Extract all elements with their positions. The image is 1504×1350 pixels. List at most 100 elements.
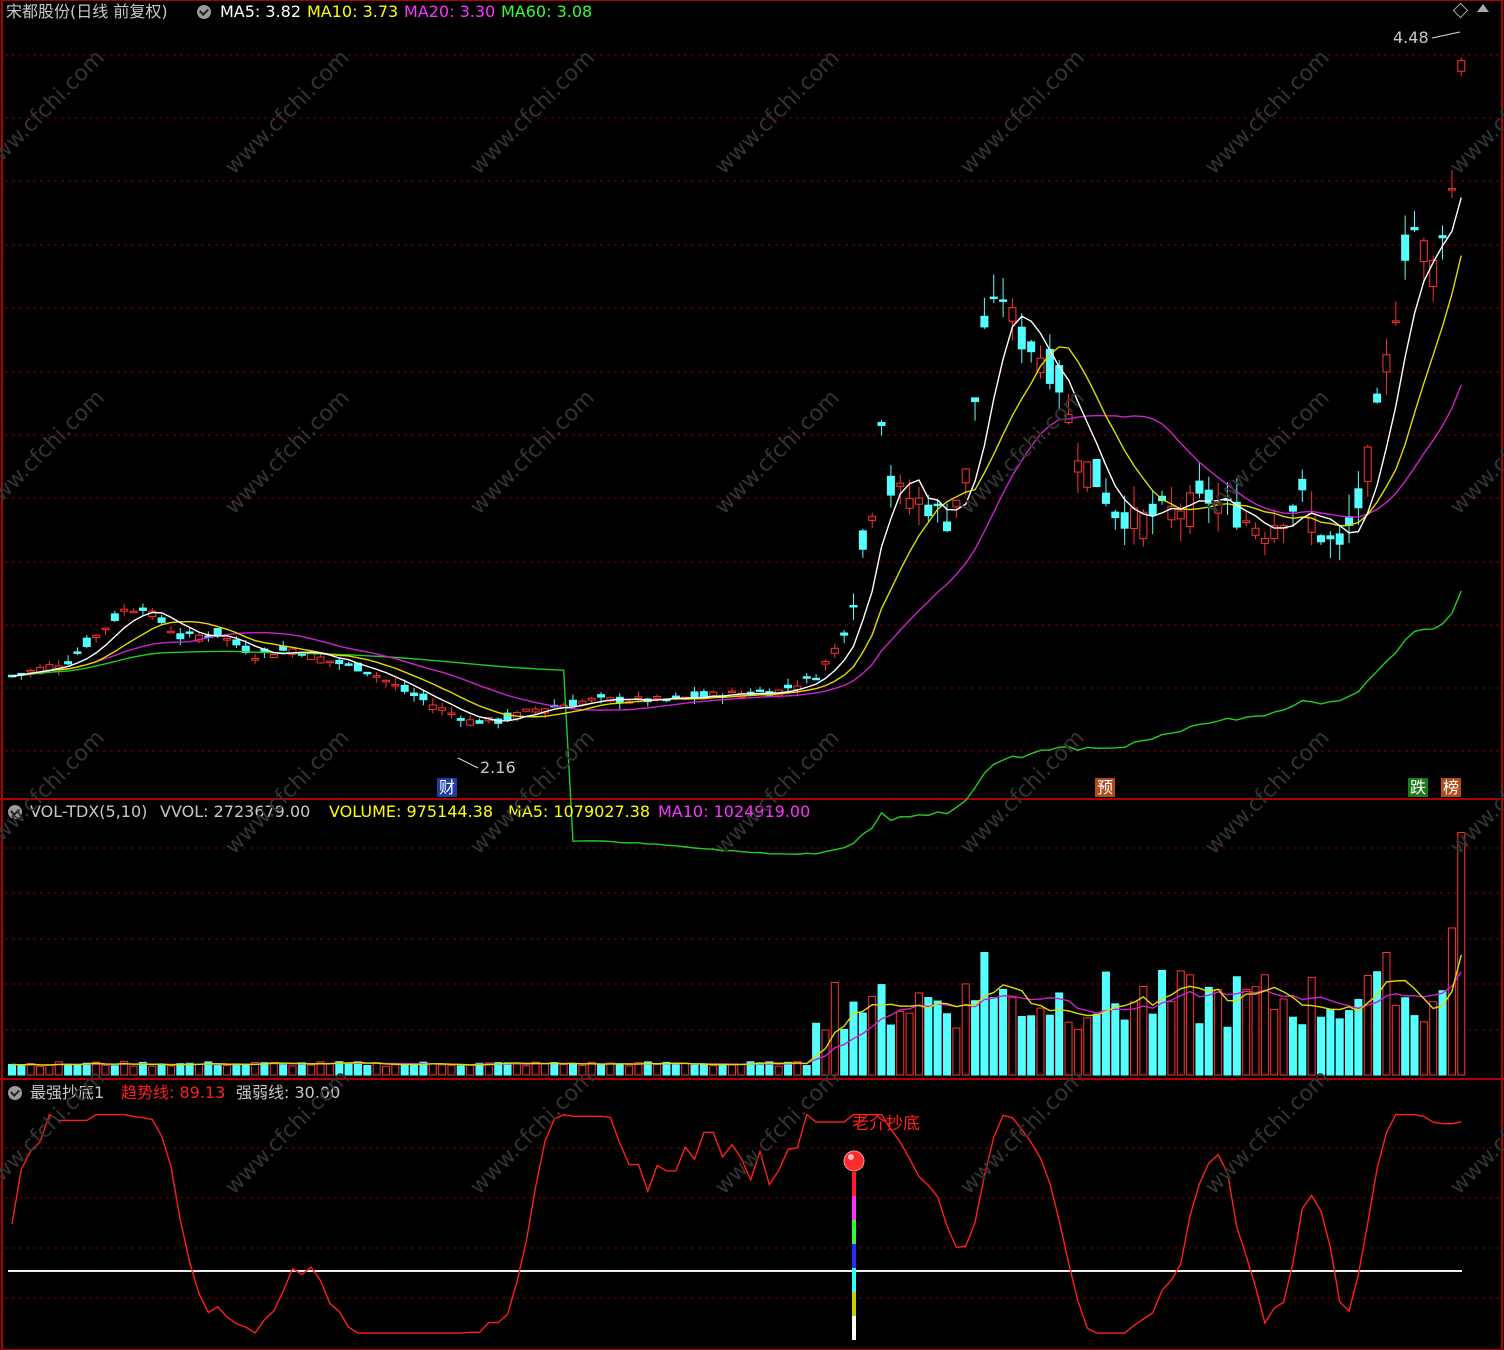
volume-bar <box>1457 831 1466 1076</box>
candle-body <box>1111 511 1120 519</box>
candle-body <box>587 697 596 701</box>
candle-body <box>269 653 278 659</box>
marker-list[interactable]: 榜 <box>1441 778 1462 797</box>
volume-bar <box>101 1064 110 1076</box>
volume-bar <box>1429 1001 1438 1076</box>
volume-bar <box>241 1063 250 1076</box>
candle-body <box>858 530 867 550</box>
candle-body <box>578 700 587 705</box>
candle-body <box>251 658 260 661</box>
volume-bar <box>1214 989 1223 1076</box>
volume-bar <box>1345 1010 1354 1076</box>
low-price-label: 2.16 <box>480 758 516 777</box>
candle-body <box>877 421 886 426</box>
marker-finance[interactable]: 财 <box>437 778 458 797</box>
candle-body <box>699 691 708 697</box>
candle-body <box>363 671 372 675</box>
candle-body <box>597 694 606 698</box>
volume-bar <box>540 1063 549 1076</box>
settings-icon[interactable] <box>197 5 211 19</box>
marker-forecast[interactable]: 预 <box>1095 778 1116 797</box>
volume-bar <box>279 1062 288 1076</box>
volume-bar <box>1242 988 1251 1076</box>
volume-bar <box>1120 1019 1129 1076</box>
candle-body <box>1027 341 1036 353</box>
candle-body <box>1457 60 1466 72</box>
volume-bar <box>447 1065 456 1076</box>
indicator-settings-icon[interactable] <box>8 1086 22 1100</box>
signal-bar-segment <box>852 1316 856 1340</box>
candle-body <box>1447 188 1456 191</box>
candle-body <box>1130 507 1138 529</box>
ma10-label: MA10: 3.73 <box>307 2 399 21</box>
candle-body <box>999 299 1008 302</box>
candle-body <box>232 639 241 646</box>
volume-bar <box>840 1028 849 1076</box>
candle-body <box>1148 503 1157 516</box>
volume-bar <box>671 1063 680 1076</box>
volume-bar <box>1326 1008 1335 1076</box>
volume-bar <box>8 1063 16 1076</box>
volume-bar <box>559 1063 568 1076</box>
volume-bar <box>597 1064 606 1076</box>
candle-body <box>1083 461 1092 488</box>
up-arrow-icon[interactable] <box>1477 4 1489 12</box>
volume-bar <box>653 1063 662 1076</box>
volume-bar <box>999 988 1008 1076</box>
volume-bar <box>989 997 998 1076</box>
volume-bar <box>718 1063 727 1076</box>
marker-drop[interactable]: 跌 <box>1408 778 1429 797</box>
trend-line-label: 趋势线: 89.13 <box>121 1083 226 1102</box>
volume-bar <box>699 1063 708 1076</box>
signal-bar-segment <box>852 1172 856 1196</box>
bottom-signal-label: 老介抄底 <box>852 1114 920 1134</box>
candle-body <box>1260 537 1269 544</box>
volume-bar <box>1307 976 1316 1076</box>
candle-body <box>569 699 577 707</box>
volume-bar <box>812 1022 821 1076</box>
candle-body <box>400 684 409 692</box>
candle-body <box>1438 235 1447 239</box>
volume-bar <box>1008 997 1017 1076</box>
candle-body <box>475 720 484 724</box>
volume-bar <box>503 1062 512 1076</box>
volume-bar <box>980 952 989 1076</box>
volume-bar <box>166 1065 175 1076</box>
ma5-label: MA5: 3.82 <box>220 2 302 21</box>
candle-body <box>438 707 447 711</box>
volume-bar <box>802 1065 811 1076</box>
candle-body <box>279 646 288 651</box>
candle-body <box>1251 527 1260 536</box>
candle-body <box>1307 512 1316 533</box>
volume-bar <box>1186 974 1195 1076</box>
signal-balloon-icon <box>843 1150 865 1172</box>
candle-body <box>1073 460 1082 473</box>
candle-body <box>1176 510 1185 520</box>
signal-balloon-highlight <box>848 1154 854 1160</box>
candle-body <box>73 651 82 654</box>
candle-body <box>1120 512 1129 529</box>
candle-body <box>82 637 91 647</box>
candle-body <box>1382 354 1391 373</box>
volume-bar <box>223 1065 232 1076</box>
stock-title: 宋都股份(日线 前复权) <box>6 2 168 21</box>
signal-bar-segment <box>852 1292 856 1316</box>
volume-bar <box>1036 1007 1045 1076</box>
candle-body <box>410 692 419 697</box>
volume-bar <box>1017 1016 1026 1076</box>
candle-body <box>1017 326 1026 350</box>
candle-body <box>1363 446 1372 482</box>
volume-bar <box>1382 952 1391 1076</box>
candle-body <box>943 521 951 532</box>
candle-body <box>466 719 475 726</box>
candle-body <box>1139 511 1148 540</box>
candle-body <box>896 482 905 487</box>
volume-bar <box>1438 990 1447 1076</box>
candle-body <box>1008 307 1017 322</box>
volume-bar <box>1447 927 1456 1076</box>
candle-body <box>840 632 849 636</box>
volume-bar <box>709 1065 718 1076</box>
volume-bar <box>924 997 933 1076</box>
volume-bar <box>17 1064 26 1076</box>
signal-bar-segment <box>852 1220 856 1244</box>
